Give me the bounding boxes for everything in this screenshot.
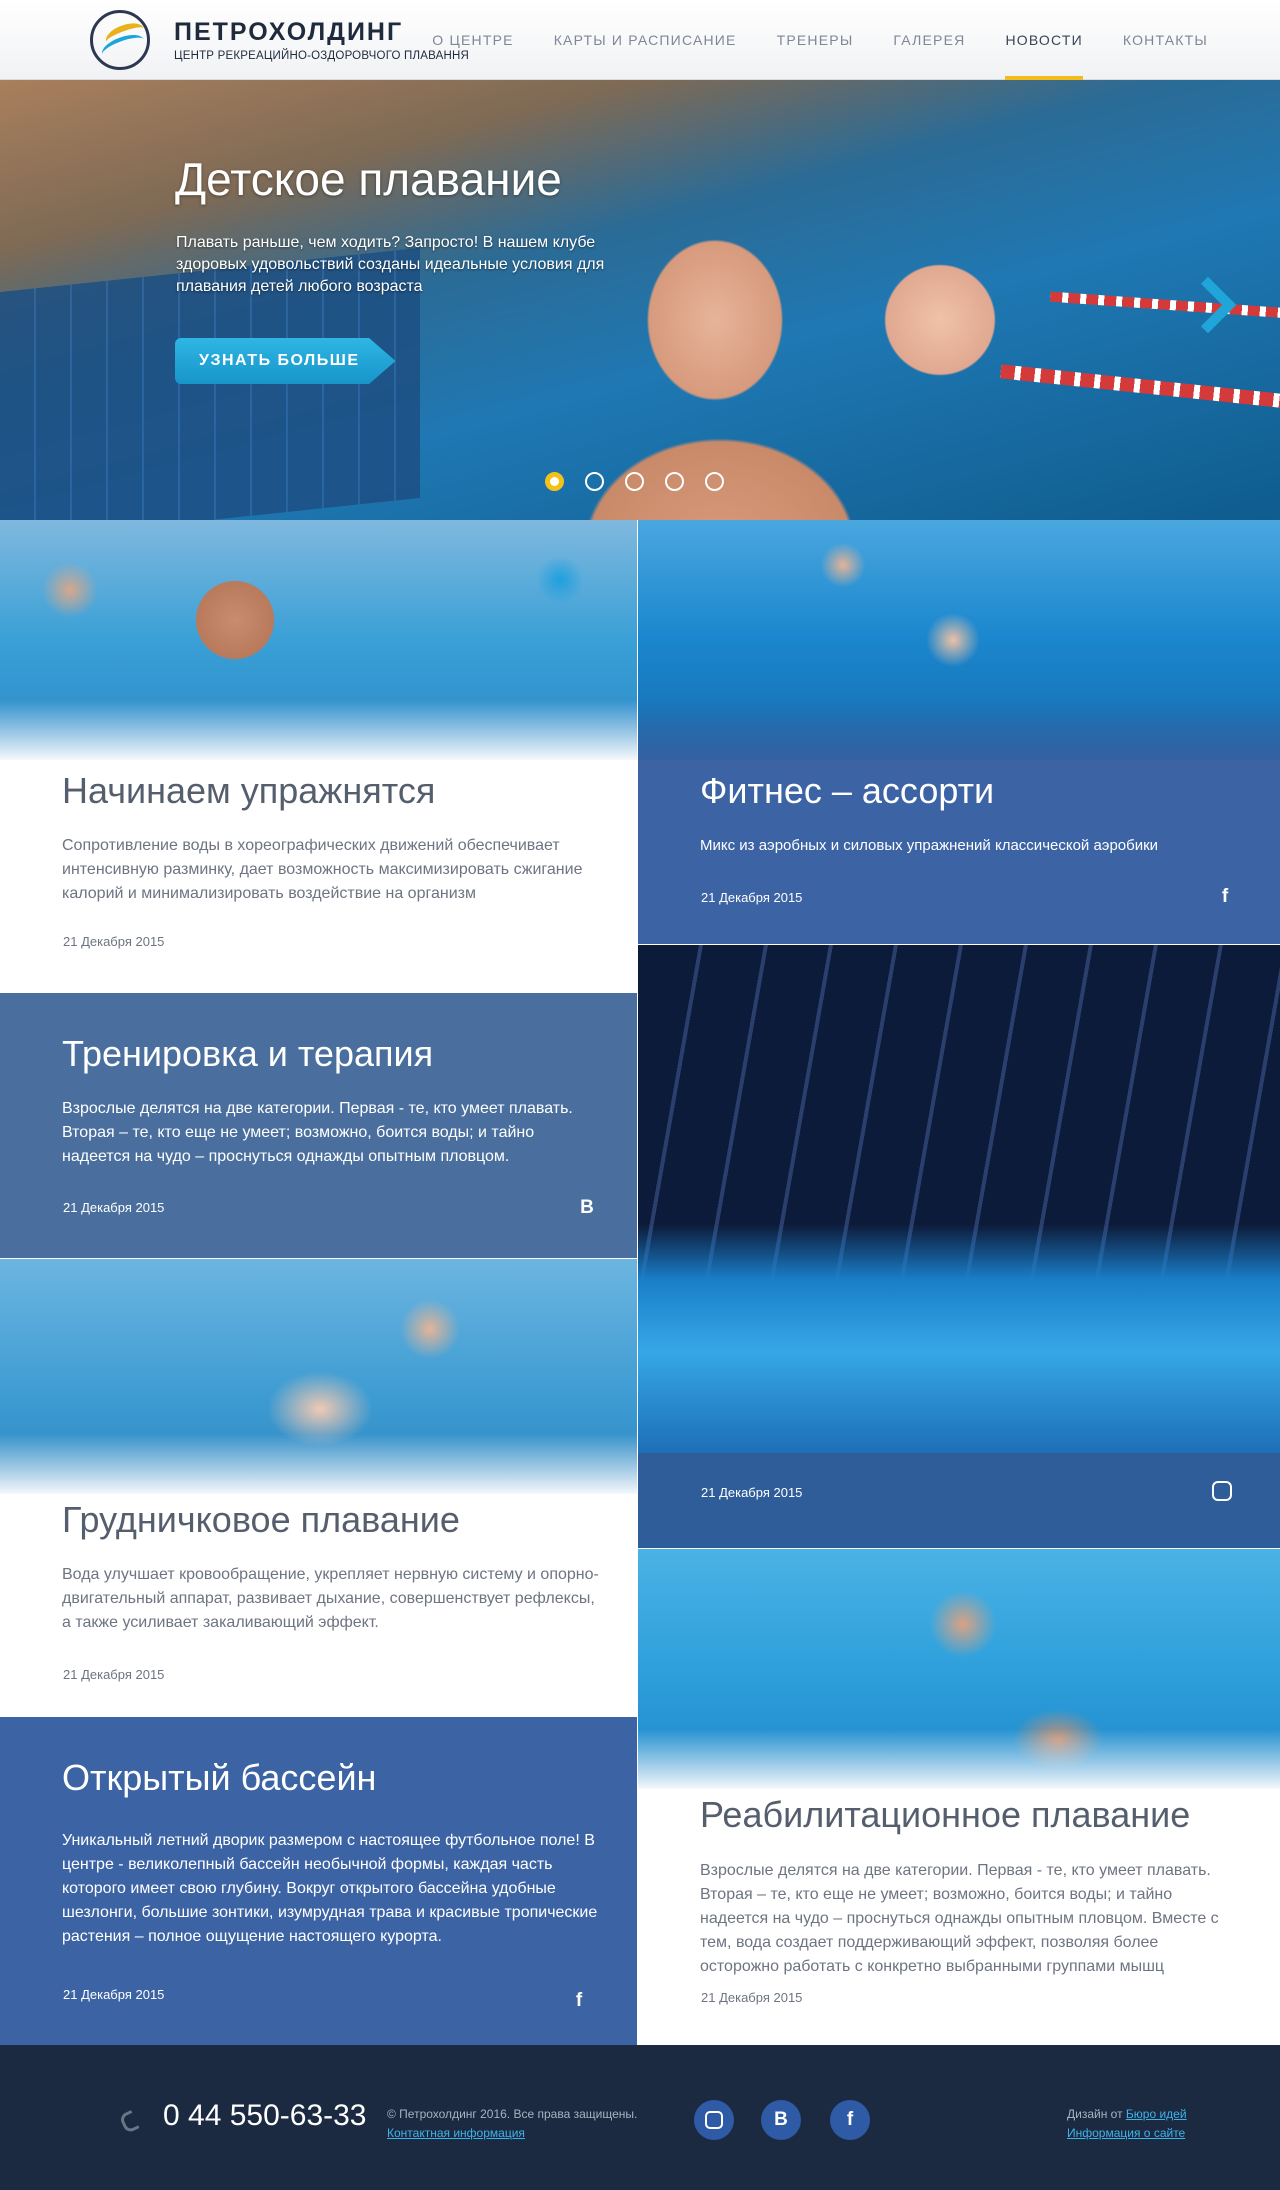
card-text: Взрослые делятся на две категории. Перва…: [62, 1100, 573, 1165]
logo-mark-icon: [90, 10, 150, 70]
card-text: Взрослые делятся на две категории. Перва…: [700, 1862, 1219, 1975]
hero-slider: Детское плавание Плавать раньше, чем ход…: [0, 80, 1280, 520]
news-card[interactable]: Фитнес – ассорти Микс из аэробных и сило…: [638, 520, 1280, 944]
news-grid: Начинаем упражнятся Сопротивление воды в…: [0, 520, 1280, 2045]
card-title: Начинаем упражнятся: [62, 770, 436, 811]
slider-dots: [545, 472, 724, 491]
instagram-icon[interactable]: [1212, 1481, 1232, 1501]
nav-item-gallery[interactable]: ГАЛЕРЕЯ: [893, 0, 965, 80]
fitness-photo: [638, 520, 1280, 760]
hero-title: Детское плавание: [175, 153, 562, 205]
logo-subtitle: ЦЕНТР РЕКРЕАЦИЙНО-ОЗДОРОВЧОГО ПЛАВАННЯ: [174, 50, 469, 62]
card-title: Фитнес – ассорти: [700, 770, 995, 811]
card-title: Открытый бассейн: [62, 1757, 377, 1798]
card-title: Реабилитационное плавание: [700, 1794, 1191, 1835]
slider-dot[interactable]: [545, 472, 564, 491]
main-nav: О ЦЕНТРЕ КАРТЫ И РАСПИСАНИЕ ТРЕНЕРЫ ГАЛЕ…: [432, 0, 1208, 80]
site-footer: 0 44 550-63-33 © Петрохолдинг 2016. Все …: [0, 2045, 1280, 2190]
facebook-icon[interactable]: f: [568, 1990, 590, 2012]
site-logo[interactable]: ПЕТРОХОЛДИНГ ЦЕНТР РЕКРЕАЦИЙНО-ОЗДОРОВЧО…: [90, 10, 469, 70]
slider-dot[interactable]: [585, 472, 604, 491]
rehab-swimming-photo: [638, 1549, 1280, 1789]
hero-photo-lane-rope: [1049, 291, 1280, 319]
aqua-aerobics-photo: [0, 520, 637, 760]
facebook-icon[interactable]: f: [830, 2100, 870, 2140]
hero-text: Плавать раньше, чем ходить? Запросто! В …: [176, 234, 605, 295]
card-text: Сопротивление воды в хореографических дв…: [62, 837, 583, 902]
design-prefix: Дизайн от: [1067, 2107, 1126, 2121]
card-date: 21 Декабря 2015: [63, 1987, 165, 2002]
next-slide-arrow-icon[interactable]: [1188, 275, 1220, 335]
indoor-pool-photo: [638, 945, 1280, 1453]
news-card[interactable]: 21 Декабря 2015: [638, 945, 1280, 1548]
logo-name: ПЕТРОХОЛДИНГ: [174, 18, 404, 46]
facebook-icon[interactable]: f: [1214, 886, 1236, 908]
card-text: Вода улучшает кровообращение, укрепляет …: [62, 1566, 599, 1631]
nav-item-about[interactable]: О ЦЕНТРЕ: [432, 0, 513, 80]
about-site-link[interactable]: Информация о сайте: [1067, 2126, 1185, 2140]
card-date: 21 Декабря 2015: [63, 1667, 165, 1682]
slider-dot[interactable]: [625, 472, 644, 491]
news-card[interactable]: Реабилитационное плавание Взрослые делят…: [638, 1549, 1280, 2045]
nav-item-schedule[interactable]: КАРТЫ И РАСПИСАНИЕ: [554, 0, 737, 80]
infant-swimming-photo: [0, 1259, 637, 1494]
card-title: Тренировка и терапия: [62, 1033, 434, 1074]
hero-photo-lane-rope: [1000, 364, 1280, 410]
vk-icon[interactable]: B: [576, 1197, 598, 1219]
card-date: 21 Декабря 2015: [701, 1485, 803, 1500]
nav-item-trainers[interactable]: ТРЕНЕРЫ: [777, 0, 854, 80]
slider-dot[interactable]: [705, 472, 724, 491]
instagram-icon[interactable]: [694, 2100, 734, 2140]
news-card[interactable]: Начинаем упражнятся Сопротивление воды в…: [0, 520, 637, 992]
card-text: Уникальный летний дворик размером с наст…: [62, 1832, 598, 1945]
card-date: 21 Декабря 2015: [701, 1990, 803, 2005]
news-card[interactable]: Грудничковое плавание Вода улучшает кров…: [0, 1259, 637, 1716]
card-date: 21 Декабря 2015: [63, 1200, 165, 1215]
slider-dot[interactable]: [665, 472, 684, 491]
phone-number[interactable]: 0 44 550-63-33: [163, 2099, 367, 2133]
copyright: © Петрохолдинг 2016. Все права защищены.…: [387, 2105, 637, 2143]
design-studio-link[interactable]: Бюро идей: [1126, 2107, 1187, 2121]
card-title: Грудничковое плавание: [62, 1499, 460, 1540]
card-date: 21 Декабря 2015: [63, 934, 165, 949]
vk-icon[interactable]: B: [761, 2100, 801, 2140]
learn-more-button[interactable]: УЗНАТЬ БОЛЬШЕ: [175, 338, 396, 384]
nav-item-contacts[interactable]: КОНТАКТЫ: [1123, 0, 1208, 80]
credits: Дизайн от Бюро идей Информация о сайте: [1067, 2105, 1187, 2143]
news-card[interactable]: Тренировка и терапия Взрослые делятся на…: [0, 993, 637, 1258]
card-text: Микс из аэробных и силовых упражнений кл…: [700, 837, 1159, 854]
copyright-text: © Петрохолдинг 2016. Все права защищены.: [387, 2107, 638, 2121]
site-header: ПЕТРОХОЛДИНГ ЦЕНТР РЕКРЕАЦИЙНО-ОЗДОРОВЧО…: [0, 0, 1280, 80]
contact-info-link[interactable]: Контактная информация: [387, 2126, 525, 2140]
nav-item-news[interactable]: НОВОСТИ: [1005, 0, 1084, 80]
news-card[interactable]: Открытый бассейн Уникальный летний двори…: [0, 1717, 637, 2045]
card-date: 21 Декабря 2015: [701, 890, 803, 905]
phone-icon: [118, 2109, 140, 2135]
